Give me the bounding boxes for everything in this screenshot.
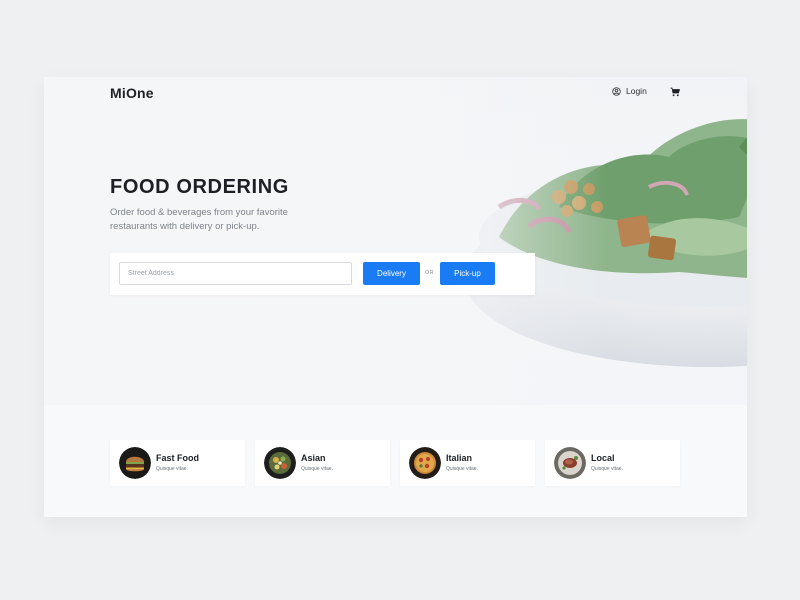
burger-image: [119, 447, 151, 479]
category-card-local[interactable]: Local Quisque vitae.: [545, 440, 680, 486]
categories-section: Fast Food Quisque vitae. Asian Quisque v…: [44, 405, 747, 517]
salad-bowl-image: [464, 119, 747, 367]
hero-subtitle: Order food & beverages from your favorit…: [110, 207, 288, 232]
category-card-fast-food[interactable]: Fast Food Quisque vitae.: [110, 440, 245, 486]
pickup-button[interactable]: Pick-up: [440, 262, 495, 285]
brand-logo[interactable]: MiOne: [110, 85, 154, 101]
category-desc: Quisque vitae.: [156, 466, 188, 472]
or-separator: OR: [425, 270, 434, 276]
category-name: Asian: [301, 453, 326, 463]
delivery-button[interactable]: Delivery: [363, 262, 420, 285]
asian-bowl-image: [264, 447, 296, 479]
category-desc: Quisque vitae.: [446, 466, 478, 472]
category-card-italian[interactable]: Italian Quisque vitae.: [400, 440, 535, 486]
category-card-asian[interactable]: Asian Quisque vitae.: [255, 440, 390, 486]
category-desc: Quisque vitae.: [301, 466, 333, 472]
steak-plate-image: [554, 447, 586, 479]
pizza-image: [409, 447, 441, 479]
category-name: Local: [591, 453, 615, 463]
street-address-input[interactable]: [119, 262, 352, 285]
category-name: Fast Food: [156, 453, 199, 463]
user-circle-icon: [612, 86, 621, 96]
hero-title: FOOD ORDERING: [110, 176, 289, 198]
login-label: Login: [626, 86, 647, 96]
app-frame: MiOne Login FOOD ORDERING Order food & b…: [44, 77, 747, 517]
category-desc: Quisque vitae.: [591, 466, 623, 472]
cart-icon[interactable]: [670, 87, 680, 97]
hero-section: MiOne Login FOOD ORDERING Order food & b…: [44, 77, 747, 405]
login-link[interactable]: Login: [612, 86, 647, 96]
order-search-box: Delivery OR Pick-up: [110, 253, 535, 295]
category-name: Italian: [446, 453, 473, 463]
